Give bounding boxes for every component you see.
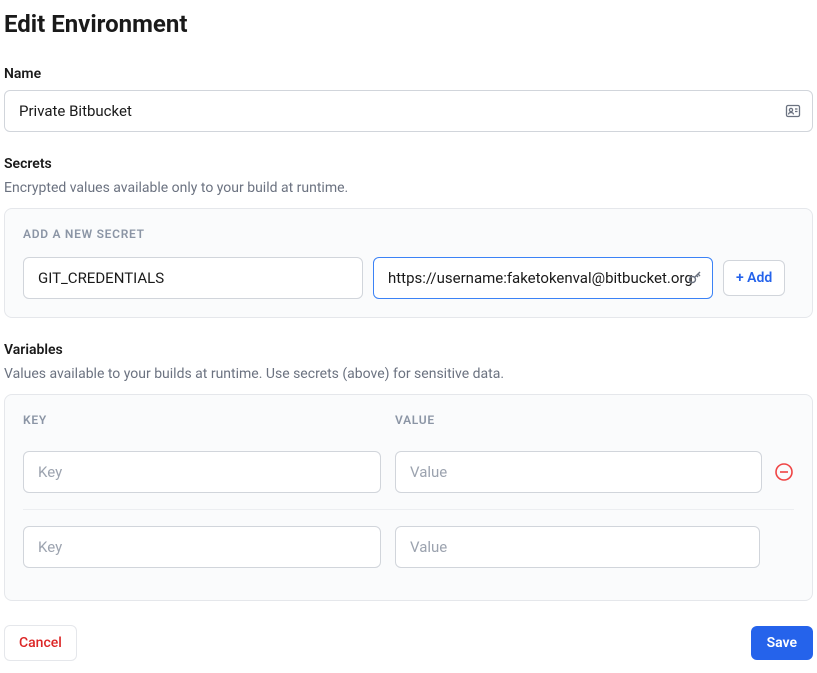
spacer [774,537,794,557]
add-secret-button[interactable]: + Add [723,260,785,296]
variable-key-input[interactable] [23,526,381,568]
variable-value-input[interactable] [395,526,760,568]
remove-icon[interactable] [774,462,794,482]
secret-input-row: + Add [23,257,794,299]
variables-value-header: VALUE [395,413,760,433]
name-input[interactable] [4,90,813,132]
cancel-button[interactable]: Cancel [4,625,77,661]
secret-key-input[interactable] [23,257,363,299]
variable-value-input[interactable] [395,451,762,493]
variable-key-input[interactable] [23,451,381,493]
save-button[interactable]: Save [751,626,813,660]
variables-key-header: KEY [23,413,381,433]
secrets-panel: ADD A NEW SECRET + Add [4,208,813,318]
secret-value-input[interactable] [373,257,713,299]
variables-label: Variables [4,342,813,358]
footer: Cancel Save [4,625,813,661]
variable-row [23,518,794,576]
variables-description: Values available to your builds at runti… [4,366,813,382]
secrets-section: Secrets Encrypted values available only … [4,156,813,318]
secrets-label: Secrets [4,156,813,172]
variable-row [23,443,794,510]
secrets-panel-title: ADD A NEW SECRET [23,227,794,241]
name-field-group: Name [4,66,813,132]
variables-header-row: KEY VALUE [23,413,794,433]
variables-panel: KEY VALUE [4,394,813,601]
spacer [774,413,794,433]
page-title: Edit Environment [4,10,813,38]
secrets-description: Encrypted values available only to your … [4,180,813,196]
name-label: Name [4,66,813,82]
variables-section: Variables Values available to your build… [4,342,813,601]
